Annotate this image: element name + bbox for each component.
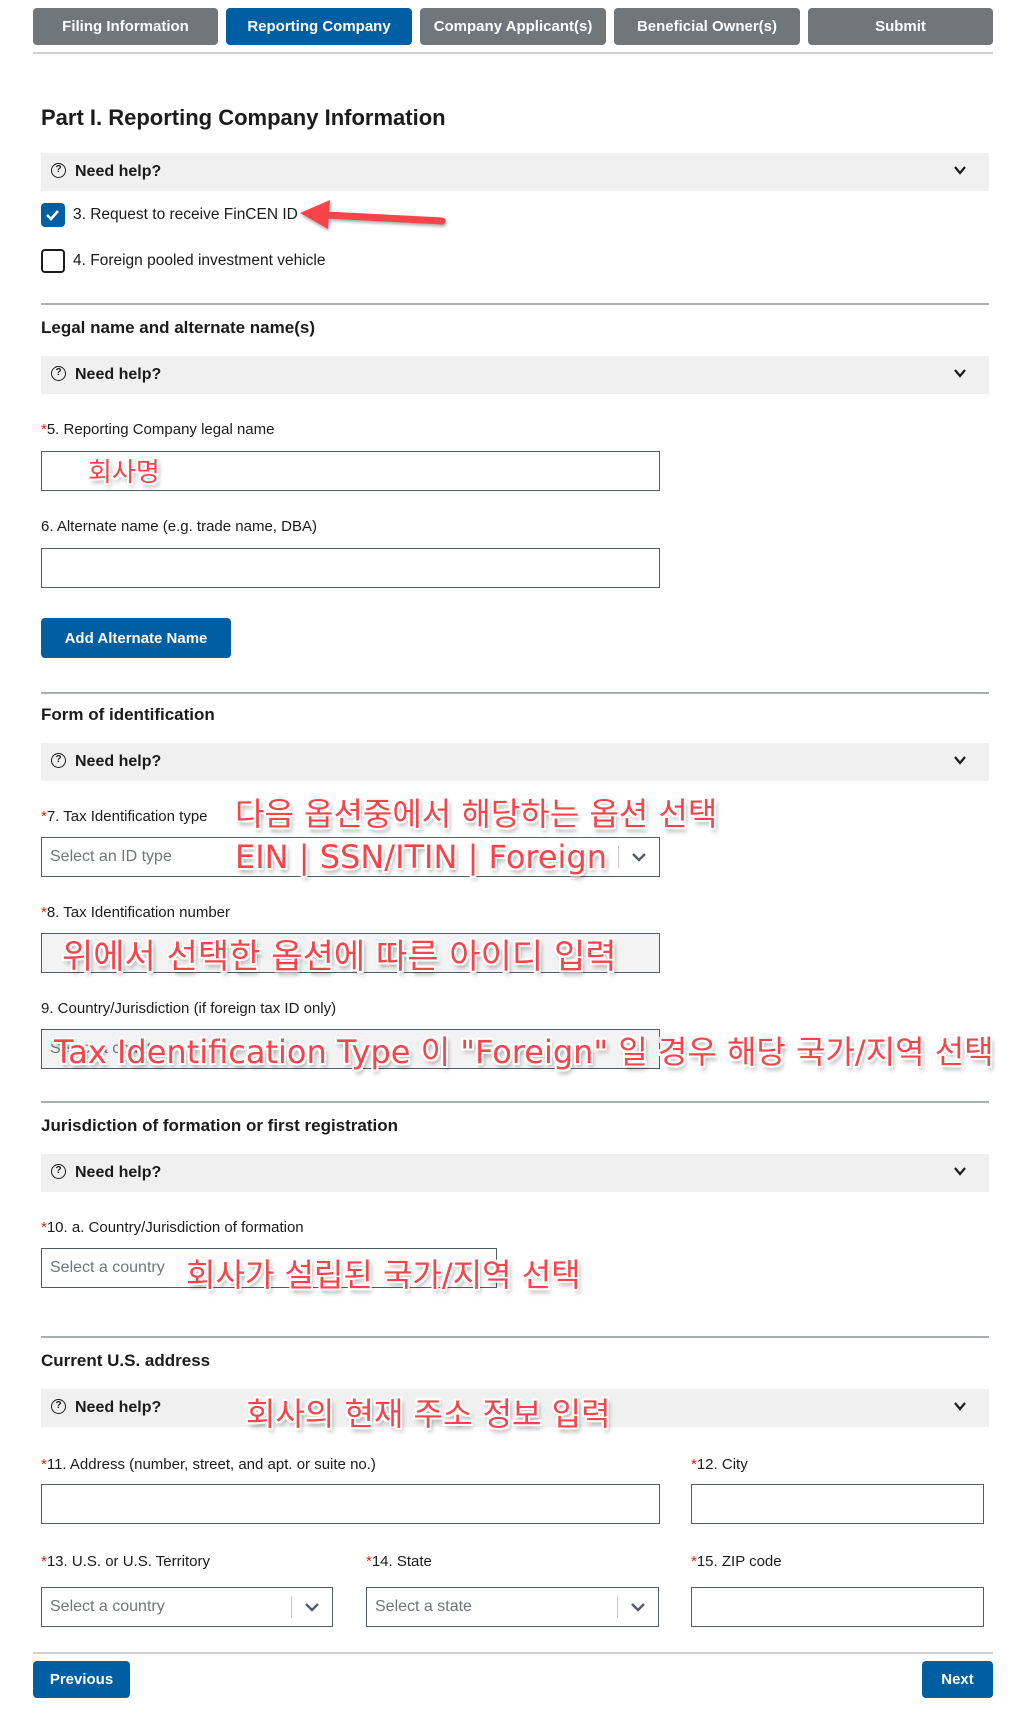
alternate-name-input[interactable]: [41, 548, 660, 588]
section-title-legal-name: Legal name and alternate name(s): [41, 318, 315, 337]
tabs-divider: [33, 52, 993, 54]
select-separator: [291, 1596, 292, 1618]
chevron-down-icon: [305, 1603, 319, 1612]
section-divider: [41, 692, 989, 694]
annotation-id-number: 위에서 선택한 옵션에 따른 아이디 입력: [62, 937, 617, 977]
tab-company-applicants[interactable]: Company Applicant(s): [420, 8, 606, 45]
state-label-text: 14. State: [371, 1553, 432, 1570]
zip-label-text: 15. ZIP code: [696, 1553, 782, 1570]
section-divider: [41, 303, 989, 305]
state-placeholder: Select a state: [375, 1598, 472, 1615]
tab-beneficial-owners[interactable]: Beneficial Owner(s): [614, 8, 800, 45]
zip-input[interactable]: [691, 1587, 984, 1627]
annotation-arrow-icon: [300, 200, 446, 229]
formation-country-label-text: 10. a. Country/Jurisdiction of formation: [46, 1219, 304, 1236]
state-select[interactable]: Select a state: [366, 1587, 659, 1627]
chevron-down-icon: [954, 1402, 966, 1411]
tab-submit[interactable]: Submit: [808, 8, 993, 45]
help-circle-icon: ?: [51, 1399, 66, 1414]
us-territory-select[interactable]: Select a country: [41, 1587, 333, 1627]
need-help-accordion-legal-name[interactable]: ? Need help?: [41, 356, 989, 394]
foreign-pooled-vehicle-checkbox[interactable]: [41, 249, 65, 273]
foreign-country-label: 9. Country/Jurisdiction (if foreign tax …: [41, 1000, 337, 1017]
tax-id-type-placeholder: Select an ID type: [50, 848, 172, 865]
legal-name-label-text: 5. Reporting Company legal name: [46, 421, 275, 438]
formation-country-placeholder: Select a country: [50, 1259, 165, 1276]
foreign-pooled-vehicle-label[interactable]: 4. Foreign pooled investment vehicle: [73, 252, 325, 270]
tax-id-number-label: *8. Tax Identification number: [41, 904, 230, 921]
section-divider: [41, 1101, 989, 1103]
address-label: *11. Address (number, street, and apt. o…: [41, 1456, 376, 1473]
us-territory-label-text: 13. U.S. or U.S. Territory: [46, 1553, 210, 1570]
need-help-label: Need help?: [75, 753, 162, 770]
need-help-label: Need help?: [75, 163, 162, 180]
need-help-label: Need help?: [75, 366, 162, 383]
need-help-label: Need help?: [75, 1399, 162, 1416]
formation-country-label: *10. a. Country/Jurisdiction of formatio…: [41, 1219, 304, 1236]
help-circle-icon: ?: [51, 163, 66, 178]
need-help-accordion-part1[interactable]: ? Need help?: [41, 153, 989, 191]
address-input[interactable]: [41, 1484, 660, 1524]
help-circle-icon: ?: [51, 1164, 66, 1179]
checkmark-icon: [46, 210, 59, 221]
annotation-formation-country: 회사가 설립된 국가/지역 선택: [186, 1256, 581, 1294]
section-title-identification: Form of identification: [41, 705, 215, 724]
add-alternate-name-button[interactable]: Add Alternate Name: [41, 618, 231, 658]
zip-label: *15. ZIP code: [691, 1553, 782, 1570]
need-help-label: Need help?: [75, 1164, 162, 1181]
us-territory-placeholder: Select a country: [50, 1598, 165, 1615]
us-territory-label: *13. U.S. or U.S. Territory: [41, 1553, 210, 1570]
need-help-accordion-jurisdiction[interactable]: ? Need help?: [41, 1154, 989, 1192]
annotation-id-type-options: EIN | SSN/ITIN | Foreign: [235, 838, 608, 876]
help-circle-icon: ?: [51, 366, 66, 381]
city-label-text: 12. City: [696, 1456, 748, 1473]
city-label: *12. City: [691, 1456, 748, 1473]
select-separator: [617, 1596, 618, 1618]
alternate-name-label: 6. Alternate name (e.g. trade name, DBA): [41, 518, 317, 535]
annotation-company-name: 회사명: [88, 458, 160, 488]
annotation-foreign-country: Tax Identification Type 이 "Foreign" 일 경우…: [54, 1033, 994, 1071]
chevron-down-icon: [631, 1603, 645, 1612]
chevron-down-icon: [954, 756, 966, 765]
state-label: *14. State: [366, 1553, 432, 1570]
address-label-text: 11. Address (number, street, and apt. or…: [46, 1456, 376, 1473]
fincen-id-checkbox[interactable]: [41, 203, 65, 227]
tax-id-type-label-text: 7. Tax Identification type: [46, 808, 208, 825]
page-title: Part I. Reporting Company Information: [41, 105, 446, 130]
annotation-address: 회사의 현재 주소 정보 입력: [246, 1395, 611, 1433]
tax-id-number-label-text: 8. Tax Identification number: [46, 904, 231, 921]
select-separator: [618, 846, 619, 868]
section-title-address: Current U.S. address: [41, 1351, 211, 1370]
chevron-down-icon: [954, 166, 966, 175]
chevron-down-icon: [954, 1167, 966, 1176]
city-input[interactable]: [691, 1484, 984, 1524]
chevron-down-icon: [954, 369, 966, 378]
tab-reporting-company[interactable]: Reporting Company: [226, 8, 412, 45]
footer-divider: [33, 1652, 993, 1654]
tab-filing-information[interactable]: Filing Information: [33, 8, 218, 45]
tax-id-type-label: *7. Tax Identification type: [41, 808, 208, 825]
chevron-down-icon: [632, 853, 646, 862]
annotation-id-type-instruction: 다음 옵션중에서 해당하는 옵션 선택: [235, 795, 718, 833]
fincen-id-checkbox-label[interactable]: 3. Request to receive FinCEN ID: [73, 206, 298, 224]
legal-name-label: *5. Reporting Company legal name: [41, 421, 274, 438]
section-title-jurisdiction: Jurisdiction of formation or first regis…: [41, 1116, 399, 1135]
help-circle-icon: ?: [51, 753, 66, 768]
section-divider: [41, 1336, 989, 1338]
previous-button[interactable]: Previous: [33, 1661, 130, 1698]
next-button[interactable]: Next: [922, 1661, 993, 1698]
need-help-accordion-identification[interactable]: ? Need help?: [41, 743, 989, 781]
